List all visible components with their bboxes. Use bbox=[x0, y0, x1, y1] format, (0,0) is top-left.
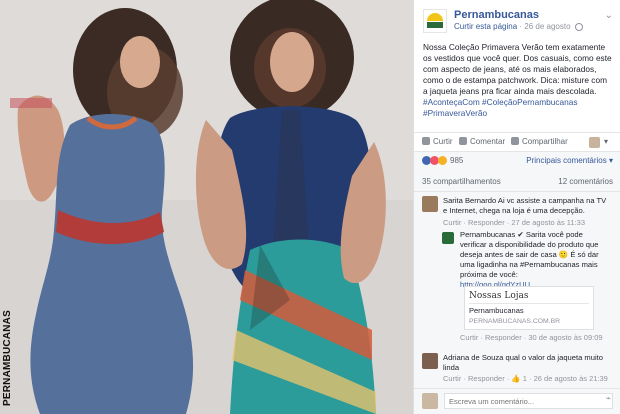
reply-actions[interactable]: Curtir · Responder · 30 de agosto às 09:… bbox=[460, 333, 603, 342]
post-text-line: a jaqueta jeans pra ficar ainda mais des… bbox=[423, 86, 597, 96]
comment-body: Sarita Bernardo Ai vc assiste a campanha… bbox=[443, 196, 613, 216]
public-icon bbox=[574, 22, 583, 31]
side-brand-text: PERNAMBUCANAS bbox=[2, 310, 13, 406]
post-header: Pernambucanas Curtir esta página · 26 de… bbox=[414, 0, 620, 36]
viewer-avatar[interactable] bbox=[422, 393, 438, 409]
chevron-down-icon[interactable]: ▾ bbox=[604, 137, 608, 146]
post-text-line: os vestidos que você quer. Dos casuais, … bbox=[423, 53, 612, 63]
comment-line: linda bbox=[443, 363, 460, 372]
link-card-divider bbox=[469, 303, 589, 304]
reply-line: Pernambucanas ✔ Sarita você pode bbox=[460, 230, 583, 239]
camera-icon[interactable]: ⌁ bbox=[606, 393, 611, 404]
shares-count[interactable]: 35 compartilhamentos bbox=[422, 177, 501, 186]
logo-base-icon bbox=[427, 22, 443, 28]
hashtags-line[interactable]: #PrimaveraVerão bbox=[423, 108, 613, 119]
reactions-count[interactable]: 985 bbox=[450, 156, 463, 165]
comment-line: e Internet, chega na loja é uma decepção… bbox=[443, 206, 585, 215]
comment-actions[interactable]: Curtir · Responder · 👍 1 · 26 de agosto … bbox=[443, 374, 608, 383]
comment-line: Sarita Bernardo Ai vc assiste a campanha… bbox=[443, 196, 607, 205]
wow-reaction-icon bbox=[438, 156, 447, 165]
share-button[interactable]: Compartilhar bbox=[511, 137, 568, 146]
viewer-avatar[interactable] bbox=[589, 137, 600, 148]
post-text-line: como o de estampa patchwork. Dica: mistu… bbox=[423, 75, 607, 85]
reply-line: deseja antes de sair de casa 🙂 É só dar bbox=[460, 250, 599, 259]
like-label: Curtir bbox=[433, 137, 453, 146]
comment-sort-dropdown[interactable]: Principais comentários ▾ bbox=[526, 156, 613, 165]
comment-input[interactable] bbox=[444, 393, 613, 409]
commenter-avatar[interactable] bbox=[422, 196, 438, 212]
write-comment-bar: ⌁ bbox=[414, 388, 620, 414]
engagement-counts: 35 compartilhamentos 12 comentários bbox=[414, 170, 620, 192]
chevron-down-icon[interactable]: ⌄ bbox=[605, 10, 613, 21]
facebook-photo-viewer: PERNAMBUCANAS Pernambucanas Curtir esta … bbox=[0, 0, 620, 414]
post-sidebar: Pernambucanas Curtir esta página · 26 de… bbox=[413, 0, 620, 414]
post-text: Nossa Coleção Primavera Verão tem exatam… bbox=[423, 42, 613, 119]
like-button[interactable]: Curtir bbox=[422, 137, 453, 146]
comment-button[interactable]: Comentar bbox=[459, 137, 505, 146]
comment-line: Adriana de Souza qual o valor da jaqueta… bbox=[443, 353, 603, 362]
comment-body: Adriana de Souza qual o valor da jaqueta… bbox=[443, 353, 613, 373]
comment-actions[interactable]: Curtir · Responder · 27 de agosto às 11:… bbox=[443, 218, 585, 227]
post-text-line: Nossa Coleção Primavera Verão tem exatam… bbox=[423, 42, 606, 52]
link-card-domain: PERNAMBUCANAS.COM.BR bbox=[469, 318, 561, 325]
like-icon bbox=[422, 137, 430, 145]
post-actions: Curtir Comentar Compartilhar ▾ bbox=[414, 132, 620, 152]
reply-line: verificar a disponibilidade do produto q… bbox=[460, 240, 599, 249]
reply-body: Pernambucanas ✔ Sarita você pode verific… bbox=[460, 230, 615, 290]
comment-label: Comentar bbox=[470, 137, 506, 146]
hashtags-line[interactable]: #AconteçaCom #ColeçãoPernambucanas bbox=[423, 97, 613, 108]
reply-line: próxima de você: bbox=[460, 270, 518, 279]
link-card-subtitle: Pernambucanas bbox=[469, 306, 524, 315]
comment-icon bbox=[459, 137, 467, 145]
reactions-bar[interactable]: 985 Principais comentários ▾ bbox=[414, 152, 620, 170]
page-name-link[interactable]: Pernambucanas bbox=[454, 9, 539, 21]
photo-illustration bbox=[0, 0, 413, 414]
link-card-title: Nossas Lojas bbox=[469, 291, 529, 301]
reply-line: uma ligadinha na #Pernambucanas mais bbox=[460, 260, 598, 269]
post-text-line: com aspecto de jeans, até os mais elabor… bbox=[423, 64, 597, 74]
page-avatar[interactable] bbox=[423, 9, 447, 33]
post-photo[interactable]: PERNAMBUCANAS bbox=[0, 0, 413, 414]
share-icon bbox=[511, 137, 519, 145]
commenter-avatar[interactable] bbox=[422, 353, 438, 369]
share-label: Compartilhar bbox=[522, 137, 568, 146]
post-meta: Curtir esta página · 26 de agosto bbox=[454, 22, 583, 31]
logo-sun-icon bbox=[427, 13, 443, 21]
comments-count[interactable]: 12 comentários bbox=[558, 177, 613, 186]
like-page-link[interactable]: Curtir esta página bbox=[454, 22, 517, 31]
link-preview-card[interactable]: Nossas Lojas Pernambucanas PERNAMBUCANAS… bbox=[464, 286, 594, 330]
reply-avatar[interactable] bbox=[442, 232, 454, 244]
post-date[interactable]: 26 de agosto bbox=[524, 22, 570, 31]
